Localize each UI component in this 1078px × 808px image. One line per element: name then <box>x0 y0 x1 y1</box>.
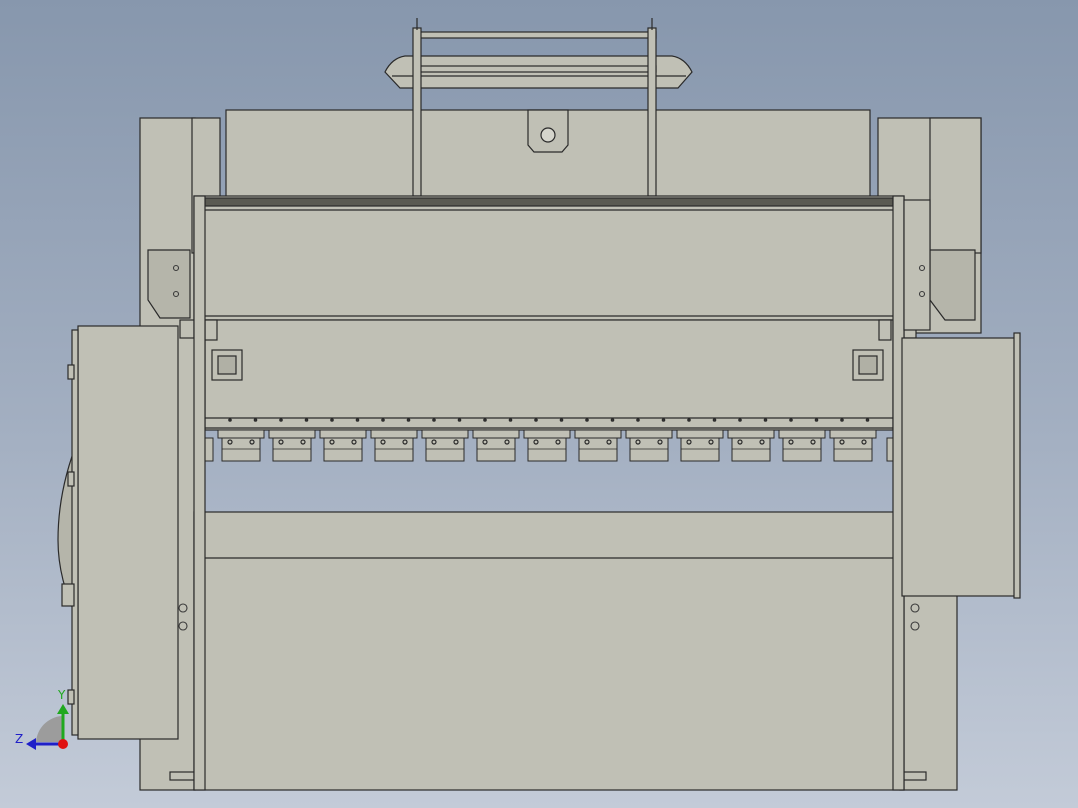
holder-screw <box>559 418 564 422</box>
upper-beam <box>193 195 905 321</box>
holder-screw <box>330 418 334 422</box>
bracket-hole <box>540 127 556 143</box>
bed-foot-left <box>169 771 195 781</box>
handle-bar-top <box>417 31 657 39</box>
holder-screw <box>279 418 283 422</box>
holder-screw <box>534 418 538 422</box>
holder-screw <box>789 418 793 422</box>
holder-screw <box>687 418 691 422</box>
holder-screw <box>840 418 844 422</box>
right-side-frame-rib <box>929 117 982 254</box>
holder-screw <box>865 418 870 422</box>
holder-screw <box>432 418 436 422</box>
punch-tool <box>829 429 877 462</box>
cad-viewport[interactable]: Y Z <box>0 0 1078 808</box>
punch-tool <box>574 429 622 462</box>
holder-screw <box>228 418 232 422</box>
y-axis-label: Y <box>58 688 66 702</box>
left-frame-cutout <box>147 249 191 319</box>
punch-tool <box>472 429 520 462</box>
y-axis-arrow <box>57 704 69 714</box>
beam-grille <box>204 197 894 207</box>
punch-tool <box>625 429 673 462</box>
punch-tool <box>268 429 316 462</box>
punch-tool <box>319 429 367 462</box>
right-frame-cutout <box>929 249 976 321</box>
holder-screw <box>763 418 768 422</box>
holder-screw <box>381 418 385 422</box>
right-guide-rod <box>878 319 892 341</box>
ram-body <box>204 319 894 431</box>
holder-screw <box>636 418 640 422</box>
handle-post-left <box>412 27 422 197</box>
holder-screw <box>738 418 742 422</box>
press-brake-model[interactable] <box>0 0 1078 808</box>
holder-screw <box>457 418 462 422</box>
holder-screw <box>712 418 717 422</box>
left-guide-rod-inner <box>204 319 218 341</box>
left-guide-rod <box>179 319 195 339</box>
punch-tool <box>217 429 265 462</box>
punch-tool <box>676 429 724 462</box>
punch-tool <box>523 429 571 462</box>
punch-tool <box>727 429 775 462</box>
holder-screw <box>253 418 258 422</box>
right-lower-frame <box>899 589 958 791</box>
axis-triad <box>26 704 69 750</box>
holder-screw <box>814 418 819 422</box>
punch-tool <box>778 429 826 462</box>
punch-tool <box>370 429 418 462</box>
handle-post-right <box>647 27 657 197</box>
z-axis-label: Z <box>15 732 24 746</box>
right-electrical-cabinet <box>901 337 1017 597</box>
lower-bed <box>193 511 905 791</box>
holder-screw <box>508 418 513 422</box>
handle-bar-mid <box>417 65 657 73</box>
left-electrical-cabinet <box>77 325 179 740</box>
holder-screw <box>585 418 589 422</box>
holder-screw <box>406 418 411 422</box>
z-axis-arrow <box>26 738 36 750</box>
holder-screw <box>355 418 360 422</box>
punch-tool-partial <box>204 437 214 462</box>
punch-tool-partial <box>886 437 894 462</box>
holder-screw <box>610 418 615 422</box>
right-frame-post <box>903 199 931 331</box>
holder-screw <box>661 418 666 422</box>
left-upright <box>193 195 206 791</box>
holder-screw <box>304 418 309 422</box>
bed-foot-right <box>903 771 927 781</box>
holder-screw <box>483 418 487 422</box>
punch-tool <box>421 429 469 462</box>
triad-origin <box>58 739 68 749</box>
